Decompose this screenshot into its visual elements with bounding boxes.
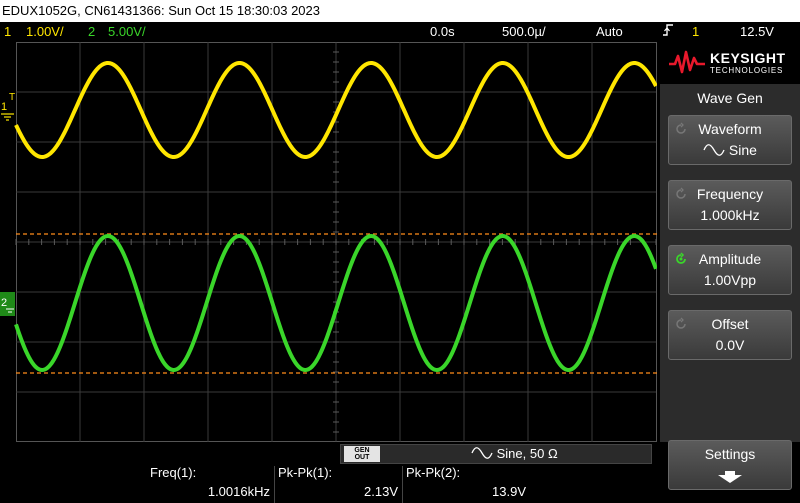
frequency-value: 1.000kHz [700,207,760,223]
frequency-label: Frequency [696,186,764,202]
status-bar: 1 1.00V/ 2 5.00V/ 0.0s 500.0µ/ Auto 1 12… [0,22,800,41]
trigger-source[interactable]: 1 [692,22,699,41]
svg-text:1: 1 [1,101,7,113]
amplitude-value: 1.00Vpp [703,272,757,288]
measurement-label: Pk-Pk(1): [278,465,333,480]
ch2-scale[interactable]: 5.00V/ [108,22,146,41]
ch1-number[interactable]: 1 [4,22,11,41]
trigger-mode[interactable]: Auto [596,22,623,41]
delay-readout[interactable]: 0.0s [430,22,455,41]
divider [402,466,403,503]
brand-sub: TECHNOLOGIES [710,66,784,75]
waveform-value: Sine [669,142,791,158]
ch1-scale[interactable]: 1.00V/ [26,22,64,41]
amplitude-softkey[interactable]: Amplitude 1.00Vpp [668,245,792,295]
settings-label: Settings [704,446,756,462]
ch2-ground-marker[interactable]: 2 [0,292,15,316]
title-bar: EDUX1052G, CN61431366: Sun Oct 15 18:30:… [0,0,800,22]
measurement-value: 13.9V [492,484,526,499]
offset-label: Offset [711,316,749,332]
keysight-logo: KEYSIGHT TECHNOLOGIES [660,42,800,84]
timebase-readout[interactable]: 500.0µ/ [502,22,546,41]
measurement-value: 2.13V [364,484,398,499]
keysight-wave-icon [669,50,705,74]
divider [274,466,275,503]
svg-text:T: T [9,92,15,103]
waveform-label: Waveform [698,121,762,137]
waveform-display[interactable]: T 1 2 [0,42,657,442]
amplitude-label: Amplitude [698,251,762,267]
sine-wave-icon [471,447,493,459]
measurement-label: Pk-Pk(2): [406,465,461,480]
menu-title: Wave Gen [697,90,763,106]
measurement-value: 1.0016kHz [207,484,270,499]
title-text: EDUX1052G, CN61431366: Sun Oct 15 18:30:… [2,3,320,18]
offset-softkey[interactable]: Offset 0.0V [668,310,792,360]
ch2-number[interactable]: 2 [88,22,95,41]
rising-edge-icon [662,22,674,43]
offset-value: 0.0V [715,337,745,353]
settings-softkey[interactable]: Settings [668,440,792,490]
arrow-down-icon [718,471,742,483]
brand-name: KEYSIGHT [710,50,786,66]
frequency-softkey[interactable]: Frequency 1.000kHz [668,180,792,230]
gen-out-button[interactable]: GEN OUT [344,446,380,462]
trigger-level[interactable]: 12.5V [740,22,774,41]
svg-text:2: 2 [1,297,7,309]
sine-wave-icon [703,144,725,156]
softkey-panel: KEYSIGHT TECHNOLOGIES Wave Gen Waveform … [660,42,800,442]
wavegen-info: Sine, 50 Ω [471,446,558,461]
wavegen-info-bar: GEN OUT Sine, 50 Ω [340,444,652,464]
measurement-label: Freq(1): [150,465,197,480]
waveform-softkey[interactable]: Waveform Sine [668,115,792,165]
